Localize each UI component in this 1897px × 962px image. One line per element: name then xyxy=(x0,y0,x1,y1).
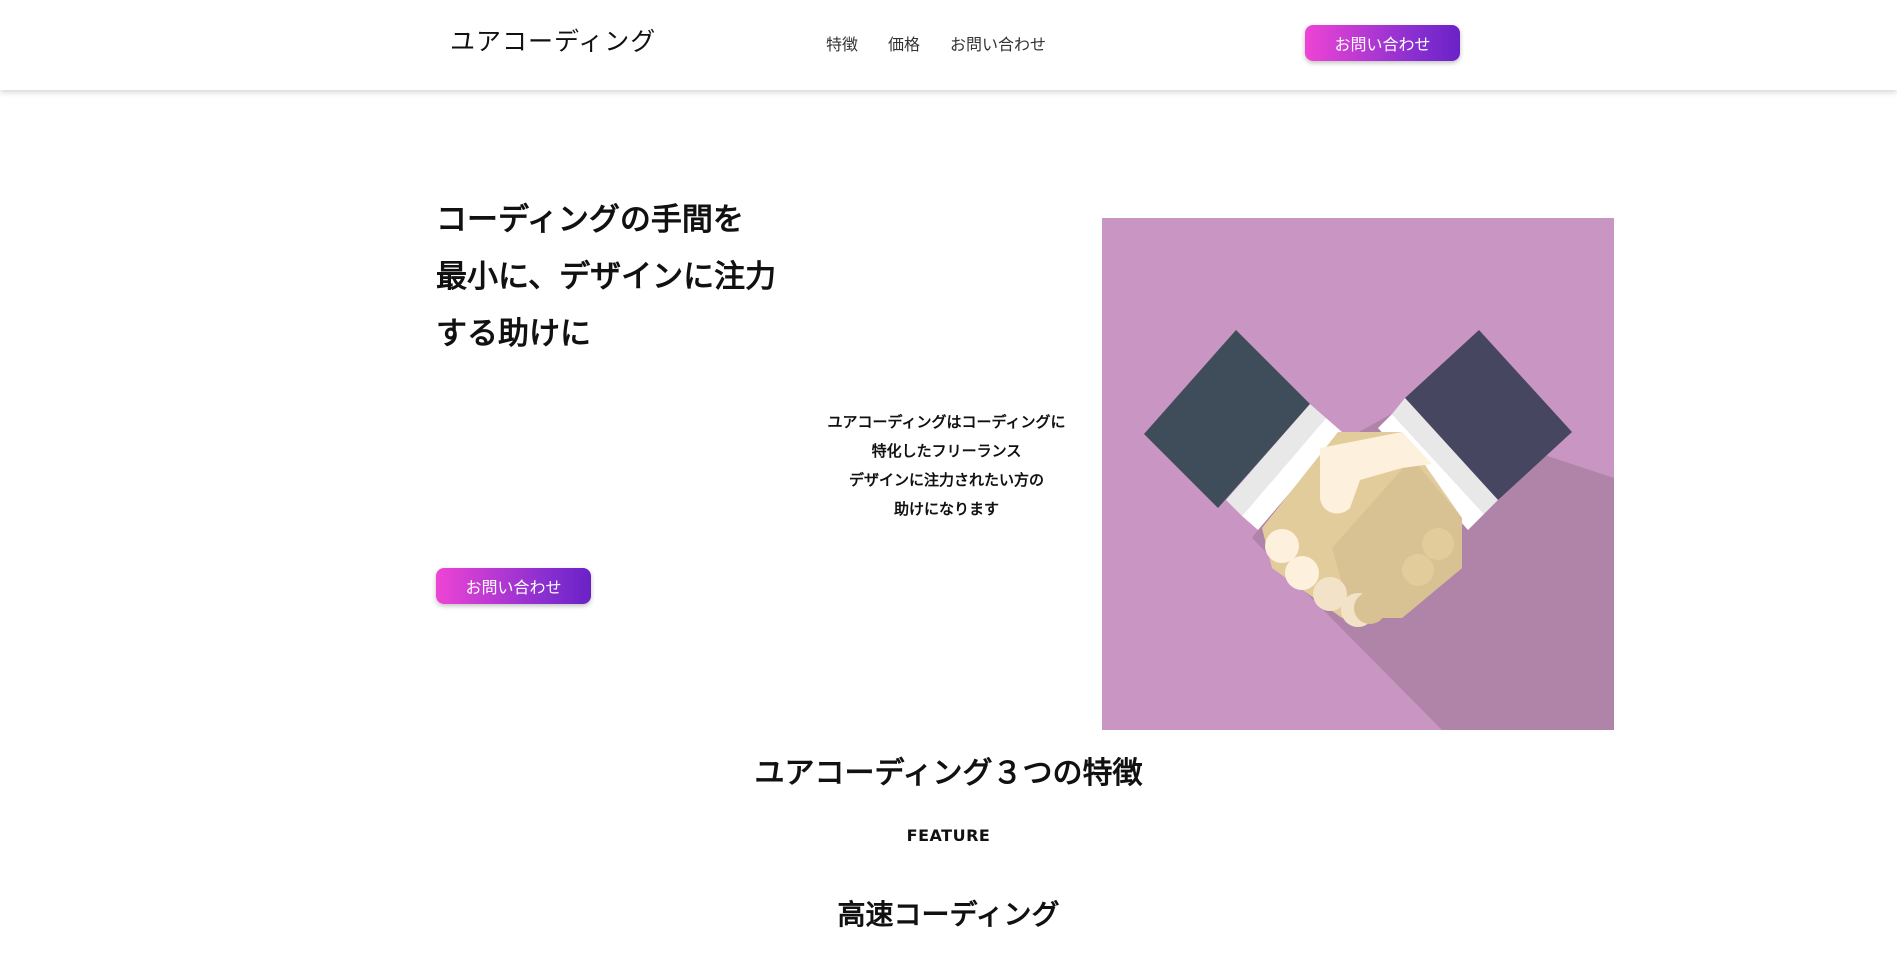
feature-heading: 高速コーディング xyxy=(837,898,1060,931)
nav-item-pricing[interactable]: 価格 xyxy=(888,31,920,55)
main-nav: 特徴 価格 お問い合わせ xyxy=(826,31,1046,55)
hero-description-line: デザインに注力されたい方の xyxy=(848,471,1044,489)
hero-description-line: 特化したフリーランス xyxy=(871,442,1022,460)
hero-title-line: コーディングの手間を xyxy=(436,202,744,238)
hero-description-line: ユアコーディングはコーディングに xyxy=(827,413,1066,431)
hero-description-line: 助けになります xyxy=(893,500,999,518)
nav-item-features[interactable]: 特徴 xyxy=(826,31,858,55)
site-header: ユアコーディング 特徴 価格 お問い合わせ お問い合わせ xyxy=(0,0,1897,90)
hero-title-line: する助けに xyxy=(436,316,591,352)
hero-title: コーディングの手間を 最小に、デザインに注力 する助けに xyxy=(436,192,816,363)
nav-item-contact[interactable]: お問い合わせ xyxy=(950,31,1046,55)
features-subtitle: FEATURE xyxy=(906,826,991,845)
site-logo[interactable]: ユアコーディング xyxy=(450,22,656,58)
handshake-illustration xyxy=(1102,218,1614,730)
hero-contact-button[interactable]: お問い合わせ xyxy=(436,568,591,604)
hero-title-line: 最小に、デザインに注力 xyxy=(436,259,777,295)
hero-description: ユアコーディングはコーディングに 特化したフリーランス デザインに注力されたい方… xyxy=(800,408,1093,524)
handshake-icon xyxy=(1102,218,1614,730)
header-contact-button[interactable]: お問い合わせ xyxy=(1305,25,1460,61)
features-title: ユアコーディング３つの特徴 xyxy=(754,756,1143,791)
